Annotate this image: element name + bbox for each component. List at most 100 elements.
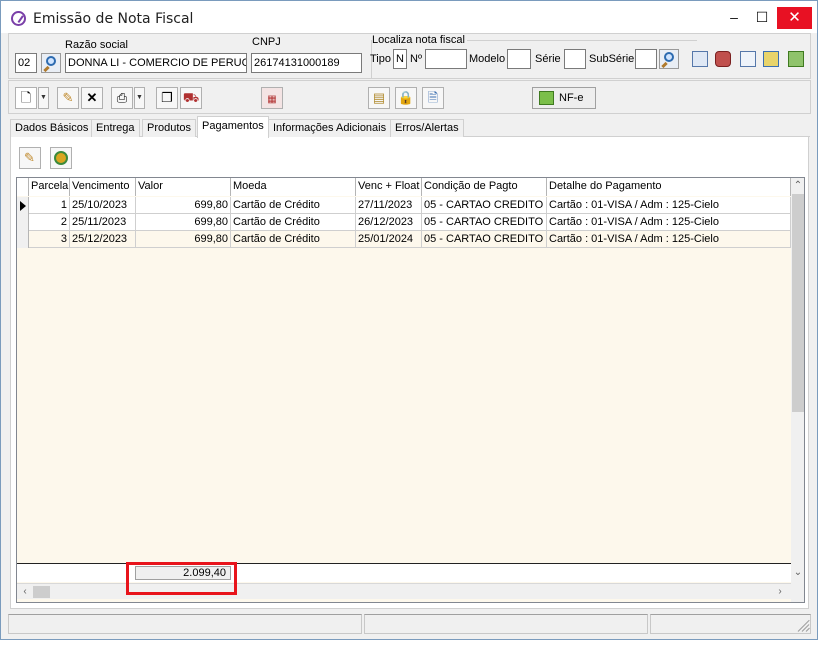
cnpj-field[interactable]: 26174131000189 — [251, 53, 362, 73]
main-toolbar: 🗋 ▼ ✎ ✕ ⎙ ▼ ❐ ⛟ ▦ ▤ 🔒 🗎 NF-e — [8, 80, 811, 114]
print-button[interactable]: ⎙ — [111, 87, 133, 109]
edit-icon: ✎ — [24, 150, 35, 165]
edit-payment-button[interactable]: ✎ — [19, 147, 41, 169]
cell-venc-float[interactable]: 25/01/2024 — [356, 231, 422, 248]
col-condicao[interactable]: Condição de Pagto — [422, 178, 547, 196]
app-icon — [11, 11, 26, 26]
cell-condicao[interactable]: 05 - CARTAO CREDITO — [422, 197, 547, 214]
cell-venc-float[interactable]: 26/12/2023 — [356, 214, 422, 231]
cell-condicao[interactable]: 05 - CARTAO CREDITO — [422, 214, 547, 231]
tab-erros-alertas[interactable]: Erros/Alertas — [390, 119, 464, 137]
coins-icon — [54, 151, 68, 165]
col-venc-float[interactable]: Venc + Float — [356, 178, 422, 196]
scroll-right-icon[interactable]: › — [773, 585, 787, 599]
tab-entrega[interactable]: Entrega — [91, 119, 140, 137]
resize-grip-icon[interactable] — [796, 618, 810, 632]
notes-icon[interactable] — [692, 51, 708, 67]
main-window: Emissão de Nota Fiscal – ☐ ✕ 02 Razão so… — [0, 0, 818, 640]
table-row[interactable]: 3 25/12/2023 699,80 Cartão de Crédito 25… — [17, 231, 791, 248]
modelo-label: Modelo — [469, 53, 506, 65]
col-valor[interactable]: Valor — [136, 178, 231, 196]
calculator-icon[interactable] — [788, 51, 804, 67]
search-icon — [664, 52, 674, 62]
search-icon — [46, 56, 56, 66]
lock-icon: 🔒 — [397, 90, 415, 105]
status-panel-3 — [650, 614, 811, 634]
tab-informacoes-adicionais[interactable]: Informações Adicionais — [268, 119, 392, 137]
search-company-button[interactable] — [41, 53, 61, 73]
cell-vencimento[interactable]: 25/10/2023 — [70, 197, 136, 214]
cell-condicao[interactable]: 05 - CARTAO CREDITO — [422, 231, 547, 248]
modelo-field[interactable] — [507, 49, 531, 69]
calculator-button[interactable]: ▦ — [261, 87, 283, 109]
tab-produtos[interactable]: Produtos — [142, 119, 197, 137]
col-detalhe[interactable]: Detalhe do Pagamento — [547, 178, 791, 196]
new-dropdown-button[interactable]: ▼ — [38, 87, 49, 109]
stamp-icon[interactable] — [715, 51, 731, 67]
company-code-field[interactable]: 02 — [15, 53, 37, 73]
col-vencimento[interactable]: Vencimento — [70, 178, 136, 196]
close-button[interactable]: ✕ — [777, 7, 812, 29]
cell-moeda[interactable]: Cartão de Crédito — [231, 197, 356, 214]
new-document-icon: 🗋 — [20, 90, 32, 105]
cell-detalhe[interactable]: Cartão : 01-VISA / Adm : 125-Cielo — [547, 197, 791, 214]
status-panel-2 — [364, 614, 648, 634]
maximize-button[interactable]: ☐ — [745, 1, 779, 33]
tipo-label: Tipo — [370, 53, 391, 65]
money-icon: ▤ — [372, 90, 386, 105]
pagamentos-panel: ✎ Parcela Vencimento Valor Moeda Venc + … — [10, 137, 809, 609]
cell-venc-float[interactable]: 27/11/2023 — [356, 197, 422, 214]
numero-label: Nº — [410, 53, 422, 65]
transport-button[interactable]: ⛟ — [180, 87, 202, 109]
cell-vencimento[interactable]: 25/12/2023 — [70, 231, 136, 248]
money-button[interactable]: ▤ — [368, 87, 390, 109]
payment-options-button[interactable] — [50, 147, 72, 169]
cell-parcela[interactable]: 1 — [29, 197, 70, 214]
tab-dados-basicos[interactable]: Dados Básicos — [10, 119, 94, 137]
copy-icon: ❐ — [161, 90, 173, 105]
tab-strip: Dados Básicos Entrega Produtos Pagamento… — [10, 116, 810, 138]
scroll-up-icon[interactable]: ⌃ — [791, 179, 804, 193]
scroll-down-icon[interactable]: ⌄ — [791, 566, 804, 580]
cell-moeda[interactable]: Cartão de Crédito — [231, 214, 356, 231]
razao-social-field[interactable]: DONNA LI - COMERCIO DE PERUCAS — [65, 53, 247, 73]
row-arrow-icon — [20, 201, 26, 211]
lock-button[interactable]: 🔒 — [395, 87, 417, 109]
cell-moeda[interactable]: Cartão de Crédito — [231, 231, 356, 248]
cell-detalhe[interactable]: Cartão : 01-VISA / Adm : 125-Cielo — [547, 214, 791, 231]
document-icon[interactable] — [740, 51, 756, 67]
subserie-label: SubSérie — [589, 53, 635, 65]
cell-valor[interactable]: 699,80 — [136, 214, 231, 231]
nfe-button[interactable]: NF-e — [532, 87, 596, 109]
grid-icon[interactable] — [763, 51, 779, 67]
serie-field[interactable] — [564, 49, 586, 69]
vertical-scrollbar[interactable]: ⌃ ⌄ — [791, 178, 804, 602]
tipo-field[interactable]: N — [393, 49, 407, 69]
table-row[interactable]: 2 25/11/2023 699,80 Cartão de Crédito 26… — [17, 214, 791, 231]
scroll-left-icon[interactable]: ‹ — [18, 585, 32, 599]
tab-pagamentos[interactable]: Pagamentos — [197, 116, 269, 138]
delete-button[interactable]: ✕ — [81, 87, 103, 109]
numero-field[interactable] — [425, 49, 467, 69]
copy-button[interactable]: ❐ — [156, 87, 178, 109]
col-moeda[interactable]: Moeda — [231, 178, 356, 196]
horizontal-scroll-thumb[interactable] — [33, 586, 50, 598]
cell-detalhe[interactable]: Cartão : 01-VISA / Adm : 125-Cielo — [547, 231, 791, 248]
search-nota-button[interactable] — [659, 49, 679, 69]
cell-vencimento[interactable]: 25/11/2023 — [70, 214, 136, 231]
col-parcela[interactable]: Parcela — [29, 178, 70, 196]
new-document-button[interactable]: 🗋 — [15, 87, 37, 109]
cell-valor[interactable]: 699,80 — [136, 197, 231, 214]
subserie-field[interactable] — [635, 49, 657, 69]
edit-button[interactable]: ✎ — [57, 87, 79, 109]
nfe-icon — [539, 91, 554, 105]
truck-icon: ⛟ — [182, 90, 200, 105]
report-button[interactable]: 🗎 — [422, 87, 444, 109]
vertical-scroll-thumb[interactable] — [792, 194, 804, 412]
table-row[interactable]: 1 25/10/2023 699,80 Cartão de Crédito 27… — [17, 197, 791, 214]
cell-valor[interactable]: 699,80 — [136, 231, 231, 248]
cell-parcela[interactable]: 3 — [29, 231, 70, 248]
print-dropdown-button[interactable]: ▼ — [134, 87, 145, 109]
cell-parcela[interactable]: 2 — [29, 214, 70, 231]
current-row-indicator — [17, 197, 29, 214]
